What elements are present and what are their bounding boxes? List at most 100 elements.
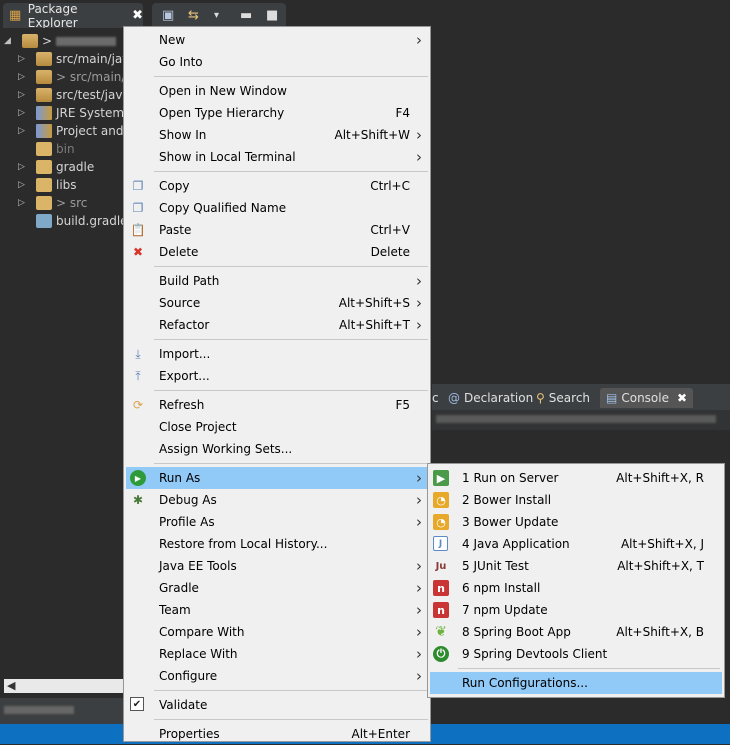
link-with-editor-icon[interactable]: ⇆ xyxy=(188,8,202,23)
menu-item-configure[interactable]: Configure › xyxy=(126,665,428,687)
minimize-icon[interactable]: ▬ xyxy=(240,8,254,23)
tree-row[interactable]: ▷ gradle xyxy=(18,158,94,176)
package-explorer-tab[interactable]: ▦ Package Explorer ✖ xyxy=(3,2,143,30)
paste-icon: 📋 xyxy=(130,223,146,237)
tree-row[interactable]: ▷ libs xyxy=(18,176,77,194)
menu-item-java-ee-tools[interactable]: Java EE Tools › xyxy=(126,555,428,577)
tree-row[interactable]: build.gradle xyxy=(18,212,128,230)
menu-item-label: Open in New Window xyxy=(159,84,287,98)
server-run-icon: ▶ xyxy=(433,470,449,486)
console-header-line xyxy=(432,410,730,430)
tree-row-label: libs xyxy=(56,178,77,192)
menu-item-new[interactable]: New › xyxy=(126,29,428,51)
expand-arrow-icon[interactable]: ▷ xyxy=(18,90,32,100)
library-icon xyxy=(36,106,52,120)
menu-item-paste[interactable]: 📋 Paste Ctrl+V xyxy=(126,219,428,241)
expand-arrow-icon[interactable]: ▷ xyxy=(18,180,32,190)
horizontal-scrollbar[interactable]: ◀ xyxy=(4,679,124,693)
menu-item-assign-working-sets[interactable]: Assign Working Sets... xyxy=(126,438,428,460)
menu-item-close-project[interactable]: Close Project xyxy=(126,416,428,438)
submenu-item-label: 7 npm Update xyxy=(462,603,548,617)
folder-icon xyxy=(36,196,52,210)
submenu-item-8-spring-boot-app[interactable]: ❦ 8 Spring Boot App Alt+Shift+X, B xyxy=(430,621,722,643)
tree-row-project[interactable]: ◢ > xyxy=(4,32,117,50)
submenu-item-7-npm-update[interactable]: n 7 npm Update xyxy=(430,599,722,621)
console-tab-bar: c @ Declaration ⚲ Search ▤ Console ✖ xyxy=(432,384,730,410)
tab-search[interactable]: ⚲ Search xyxy=(536,388,590,408)
expand-arrow-icon[interactable]: ◢ xyxy=(4,36,18,46)
submenu-item-5-junit-test[interactable]: Ju 5 JUnit Test Alt+Shift+X, T xyxy=(430,555,722,577)
expand-arrow-icon[interactable]: ▷ xyxy=(18,108,32,118)
submenu-item-run-configurations[interactable]: Run Configurations... xyxy=(430,672,722,694)
submenu-item-9-spring-devtools-client[interactable]: ⏻ 9 Spring Devtools Client xyxy=(430,643,722,665)
menu-item-gradle[interactable]: Gradle › xyxy=(126,577,428,599)
menu-item-copy-qualified-name[interactable]: ❐ Copy Qualified Name xyxy=(126,197,428,219)
tree-row[interactable]: ▷ Project and xyxy=(18,122,123,140)
menu-item-label: Gradle xyxy=(159,581,199,595)
menu-item-label: Team xyxy=(159,603,191,617)
tab-declaration-label: Declaration xyxy=(464,391,534,405)
tree-row[interactable]: bin xyxy=(18,140,75,158)
view-menu-icon[interactable]: ▾ xyxy=(214,9,228,23)
menu-item-label: Java EE Tools xyxy=(159,559,237,573)
submenu-item-3-bower-update[interactable]: ◔ 3 Bower Update xyxy=(430,511,722,533)
menu-separator xyxy=(458,668,720,669)
menu-item-validate[interactable]: ✔ Validate xyxy=(126,694,428,716)
scroll-left-icon[interactable]: ◀ xyxy=(7,679,15,692)
submenu-item-1-run-on-server[interactable]: ▶ 1 Run on Server Alt+Shift+X, R xyxy=(430,467,722,489)
menu-separator xyxy=(154,339,428,340)
menu-item-copy[interactable]: ❐ Copy Ctrl+C xyxy=(126,175,428,197)
menu-item-go-into[interactable]: Go Into xyxy=(126,51,428,73)
menu-item-compare-with[interactable]: Compare With › xyxy=(126,621,428,643)
menu-item-shortcut: Ctrl+V xyxy=(370,223,410,237)
expand-arrow-icon[interactable]: ▷ xyxy=(18,72,32,82)
menu-item-show-in[interactable]: Show In Alt+Shift+W › xyxy=(126,124,428,146)
expand-arrow-icon[interactable]: ▷ xyxy=(18,54,32,64)
collapse-all-icon[interactable]: ▣ xyxy=(162,8,176,23)
menu-item-label: Close Project xyxy=(159,420,237,434)
menu-item-profile-as[interactable]: Profile As › xyxy=(126,511,428,533)
chevron-right-icon: › xyxy=(416,469,422,487)
menu-item-open-type-hierarchy[interactable]: Open Type Hierarchy F4 xyxy=(126,102,428,124)
expand-arrow-icon[interactable]: ▷ xyxy=(18,162,32,172)
menu-item-debug-as[interactable]: ✱ Debug As › xyxy=(126,489,428,511)
menu-item-replace-with[interactable]: Replace With › xyxy=(126,643,428,665)
submenu-item-6-npm-install[interactable]: n 6 npm Install xyxy=(430,577,722,599)
menu-item-source[interactable]: Source Alt+Shift+S › xyxy=(126,292,428,314)
tab-c-label: c xyxy=(432,391,439,405)
close-icon[interactable]: ✖ xyxy=(677,391,687,405)
maximize-icon[interactable]: ■ xyxy=(266,8,280,23)
expand-arrow-icon[interactable]: ▷ xyxy=(18,198,32,208)
menu-item-properties[interactable]: Properties Alt+Enter xyxy=(126,723,428,745)
tab-console[interactable]: ▤ Console ✖ xyxy=(600,388,694,408)
menu-item-export[interactable]: ⤒ Export... xyxy=(126,365,428,387)
expand-arrow-icon[interactable]: ▷ xyxy=(18,126,32,136)
menu-separator xyxy=(154,390,428,391)
chevron-right-icon: › xyxy=(416,579,422,597)
tree-row[interactable]: ▷ src/main/jav xyxy=(18,50,129,68)
menu-item-open-in-new-window[interactable]: Open in New Window xyxy=(126,80,428,102)
search-icon: ⚲ xyxy=(536,391,545,405)
menu-item-refresh[interactable]: ⟳ Refresh F5 xyxy=(126,394,428,416)
menu-item-show-in-local-terminal[interactable]: Show in Local Terminal › xyxy=(126,146,428,168)
submenu-item-label: 4 Java Application xyxy=(462,537,570,551)
submenu-item-2-bower-install[interactable]: ◔ 2 Bower Install xyxy=(430,489,722,511)
tree-row[interactable]: ▷ src/test/java xyxy=(18,86,130,104)
tree-row[interactable]: ▷ JRE System xyxy=(18,104,124,122)
status-text-blurred xyxy=(4,706,74,714)
menu-item-import[interactable]: ⤓ Import... xyxy=(126,343,428,365)
tab-c[interactable]: c xyxy=(432,388,439,408)
tree-row[interactable]: ▷ > src/main/ xyxy=(18,68,125,86)
menu-item-team[interactable]: Team › xyxy=(126,599,428,621)
menu-item-build-path[interactable]: Build Path › xyxy=(126,270,428,292)
menu-item-restore-from-local-history[interactable]: Restore from Local History... xyxy=(126,533,428,555)
submenu-item-4-java-application[interactable]: J 4 Java Application Alt+Shift+X, J xyxy=(430,533,722,555)
menu-item-shortcut: Delete xyxy=(370,245,410,259)
menu-item-refactor[interactable]: Refactor Alt+Shift+T › xyxy=(126,314,428,336)
menu-item-delete[interactable]: ✖ Delete Delete xyxy=(126,241,428,263)
tree-row[interactable]: ▷ > src xyxy=(18,194,87,212)
view-tab-bar: ▦ Package Explorer ✖ ▣ ⇆ ▾ ▬ ■ xyxy=(0,0,730,30)
close-icon[interactable]: ✖ xyxy=(132,8,143,23)
tab-declaration[interactable]: @ Declaration xyxy=(448,388,533,408)
menu-item-run-as[interactable]: ▶ Run As › xyxy=(126,467,428,489)
